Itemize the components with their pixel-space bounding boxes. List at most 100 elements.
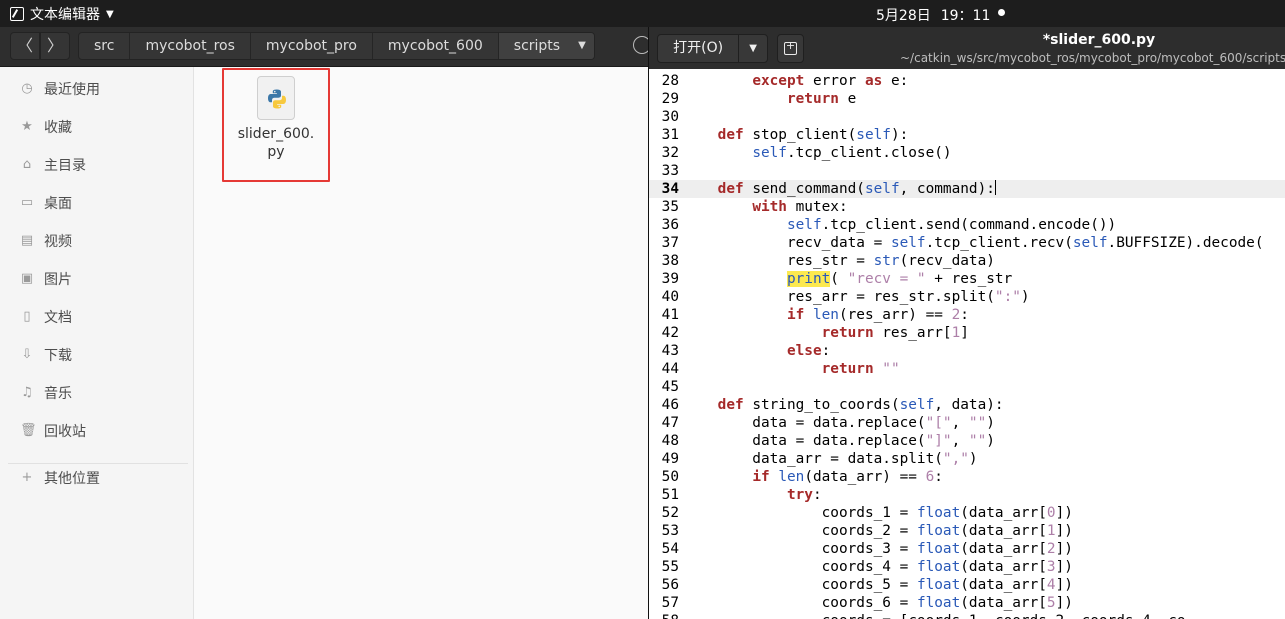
code-line[interactable]: 28 except error as e: <box>649 72 1285 90</box>
code-line[interactable]: 46 def string_to_coords(self, data): <box>649 396 1285 414</box>
desktop-icon: ▭ <box>20 195 34 210</box>
code-line[interactable]: 58 coords = [coords_1, coords_2, coords_… <box>649 612 1285 619</box>
picture-icon: ▣ <box>20 271 34 286</box>
code-text: def stop_client(self): <box>717 127 909 143</box>
breadcrumb-scripts[interactable]: scripts ▼ <box>498 33 594 59</box>
plus-icon: + <box>785 39 796 52</box>
file-name-line2: py <box>267 144 285 160</box>
line-number: 48 <box>661 433 679 449</box>
code-line[interactable]: 47 data = data.replace("[", "") <box>649 414 1285 432</box>
line-number: 46 <box>661 397 679 413</box>
code-line[interactable]: 37 recv_data = self.tcp_client.recv(self… <box>649 234 1285 252</box>
sidebar-item-videos[interactable]: ▤ 视频 <box>20 231 72 251</box>
notification-dot-icon <box>998 9 1005 16</box>
code-line[interactable]: 29 return e <box>649 90 1285 108</box>
code-text: coords_6 = float(data_arr[5]) <box>683 595 1073 611</box>
code-line[interactable]: 38 res_str = str(recv_data) <box>649 252 1285 270</box>
line-number: 47 <box>661 415 679 431</box>
sidebar-item-home[interactable]: ⌂ 主目录 <box>20 155 86 175</box>
code-text: data = data.replace("[", "") <box>683 415 995 431</box>
code-line[interactable]: 41 if len(res_arr) == 2: <box>649 306 1285 324</box>
code-text: coords_3 = float(data_arr[2]) <box>683 541 1073 557</box>
line-number: 37 <box>661 235 679 251</box>
sidebar: ◷ 最近使用 ★ 收藏 ⌂ 主目录 ▭ 桌面 ▤ 视频 ▣ 图片 ▯ 文档 ⇩ <box>0 67 194 619</box>
code-text: coords_5 = float(data_arr[4]) <box>683 577 1073 593</box>
code-text: recv_data = self.tcp_client.recv(self.BU… <box>683 235 1264 251</box>
line-number: 54 <box>661 541 679 557</box>
code-text: with mutex: <box>752 199 848 215</box>
line-number: 58 <box>649 612 679 619</box>
new-tab-button[interactable]: + <box>777 34 804 63</box>
code-line[interactable]: 43 else: <box>649 342 1285 360</box>
code-line[interactable]: 57 coords_6 = float(data_arr[5]) <box>649 594 1285 612</box>
plus-icon: + <box>21 470 33 485</box>
file-manager-header: 〈 〉 src mycobot_ros mycobot_pro mycobot_… <box>0 27 651 67</box>
code-line[interactable]: 56 coords_5 = float(data_arr[4]) <box>649 576 1285 594</box>
sidebar-item-trash[interactable]: 🗑 回收站 <box>20 421 86 441</box>
code-line[interactable]: 33 <box>649 162 1285 180</box>
sidebar-item-downloads[interactable]: ⇩ 下载 <box>20 345 72 365</box>
chevron-left-icon: 〈 <box>16 36 33 55</box>
code-line[interactable]: 53 coords_2 = float(data_arr[1]) <box>649 522 1285 540</box>
code-line[interactable]: 31 def stop_client(self): <box>649 126 1285 144</box>
app-menu[interactable]: 文本编辑器 ▼ <box>10 4 114 24</box>
code-text: def send_command(self, command): <box>717 180 996 197</box>
sidebar-item-pictures[interactable]: ▣ 图片 <box>20 269 72 289</box>
document-path: ~/catkin_ws/src/mycobot_ros/mycobot_pro/… <box>900 51 1285 65</box>
file-name-line1: slider_600. <box>237 126 315 142</box>
code-line[interactable]: 45 <box>649 378 1285 396</box>
breadcrumb-src[interactable]: src <box>79 33 131 59</box>
code-line[interactable]: 32 self.tcp_client.close() <box>649 144 1285 162</box>
code-text: data = data.replace("]", "") <box>683 433 995 449</box>
sidebar-item-other-locations[interactable]: + 其他位置 <box>20 468 100 488</box>
code-line[interactable]: 49 data_arr = data.split(",") <box>649 450 1285 468</box>
line-number: 39 <box>661 271 679 287</box>
text-editor-window: 打开(O) ▼ + *slider_600.py ~/catkin_ws/src… <box>648 27 1285 619</box>
sidebar-item-label: 视频 <box>44 234 72 250</box>
sidebar-item-documents[interactable]: ▯ 文档 <box>20 307 72 327</box>
back-button[interactable]: 〈 <box>10 32 40 60</box>
file-item[interactable]: slider_600. py <box>222 68 330 182</box>
code-line[interactable]: 42 return res_arr[1] <box>649 324 1285 342</box>
star-icon: ★ <box>21 119 33 134</box>
line-number: 43 <box>661 343 679 359</box>
open-button[interactable]: 打开(O) <box>658 35 740 62</box>
line-number: 40 <box>661 289 679 305</box>
code-line[interactable]: 39 print( "recv = " + res_str <box>649 270 1285 288</box>
sidebar-item-starred[interactable]: ★ 收藏 <box>20 117 72 137</box>
code-line[interactable]: 55 coords_4 = float(data_arr[3]) <box>649 558 1285 576</box>
line-number: 30 <box>661 109 679 125</box>
code-line[interactable]: 34 def send_command(self, command): <box>649 180 1285 198</box>
sidebar-item-label: 图片 <box>44 272 72 288</box>
code-line[interactable]: 30 <box>649 108 1285 126</box>
forward-button[interactable]: 〉 <box>40 32 70 60</box>
sidebar-item-label: 文档 <box>44 310 72 326</box>
line-number: 45 <box>661 379 679 395</box>
open-menu-button[interactable]: ▼ <box>739 35 767 62</box>
code-line[interactable]: 40 res_arr = res_str.split(":") <box>649 288 1285 306</box>
code-text: print( "recv = " + res_str <box>786 271 1013 287</box>
clock[interactable]: 5月28日 19：11 <box>876 5 990 25</box>
code-line[interactable]: 50 if len(data_arr) == 6: <box>649 468 1285 486</box>
code-line[interactable]: 36 self.tcp_client.send(command.encode()… <box>649 216 1285 234</box>
code-line[interactable]: 54 coords_3 = float(data_arr[2]) <box>649 540 1285 558</box>
sidebar-item-music[interactable]: ♫ 音乐 <box>20 383 72 403</box>
sidebar-item-recent[interactable]: ◷ 最近使用 <box>20 79 100 99</box>
code-text: self.tcp_client.send(command.encode()) <box>786 217 1117 233</box>
line-number: 57 <box>661 595 679 611</box>
code-line[interactable]: 51 try: <box>649 486 1285 504</box>
breadcrumb-mycobot-600[interactable]: mycobot_600 <box>373 33 499 59</box>
breadcrumb-mycobot-ros[interactable]: mycobot_ros <box>130 33 251 59</box>
sidebar-item-desktop[interactable]: ▭ 桌面 <box>20 193 72 213</box>
sidebar-item-label: 其他位置 <box>44 471 100 487</box>
code-view[interactable]: 28 except error as e: 29 return e 30 31 def… <box>649 72 1285 619</box>
code-text: if len(res_arr) == 2: <box>786 307 969 323</box>
code-line[interactable]: 44 return "" <box>649 360 1285 378</box>
home-icon: ⌂ <box>22 157 32 172</box>
code-text: else: <box>786 343 831 359</box>
breadcrumb-mycobot-pro[interactable]: mycobot_pro <box>251 33 373 59</box>
code-line[interactable]: 48 data = data.replace("]", "") <box>649 432 1285 450</box>
code-line[interactable]: 52 coords_1 = float(data_arr[0]) <box>649 504 1285 522</box>
code-text: data_arr = data.split(",") <box>683 451 978 467</box>
code-line[interactable]: 35 with mutex: <box>649 198 1285 216</box>
